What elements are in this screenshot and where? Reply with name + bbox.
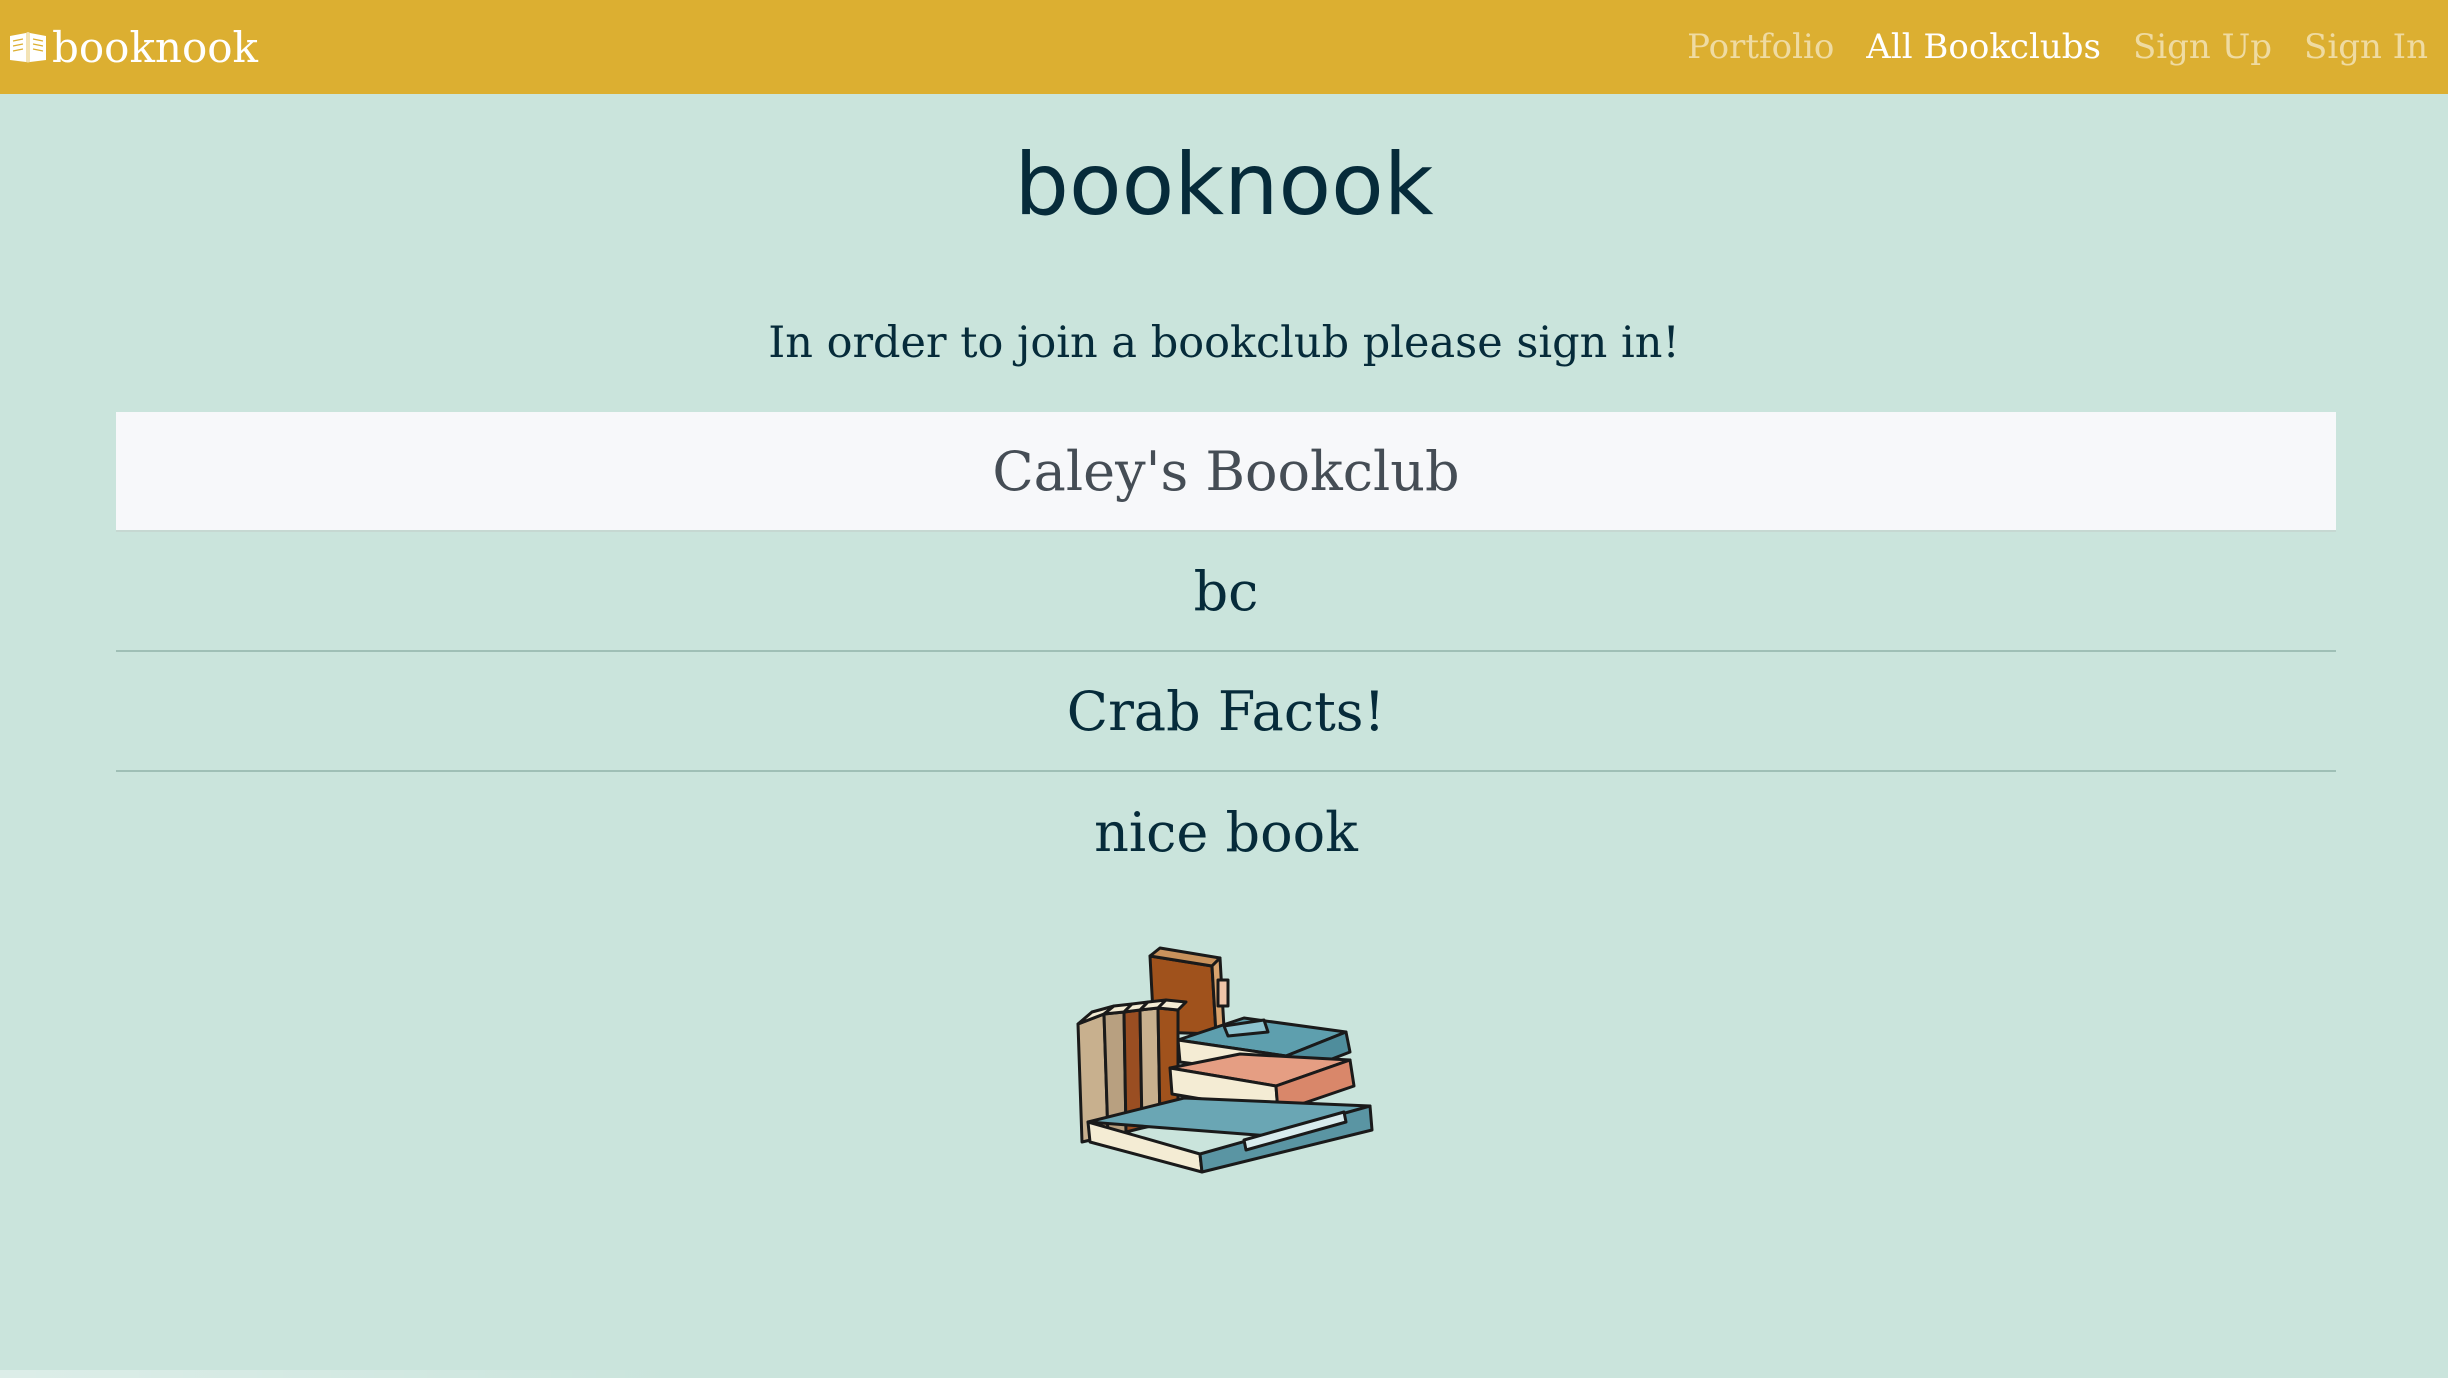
sign-in-message: In order to join a bookclub please sign …: [768, 318, 1680, 368]
stack-of-books-illustration: [1076, 946, 1374, 1174]
nav-links: Portfolio All Bookclubs Sign Up Sign In: [1687, 27, 2428, 67]
bookclub-item[interactable]: Crab Facts!: [116, 652, 2336, 772]
bookclub-item[interactable]: bc: [116, 532, 2336, 652]
page-title: booknook: [1014, 135, 1434, 235]
bookclub-item[interactable]: nice book: [116, 772, 2336, 892]
nav-link-sign-up[interactable]: Sign Up: [2133, 27, 2272, 67]
nav-link-all-bookclubs[interactable]: All Bookclubs: [1866, 27, 2101, 67]
horizontal-scrollbar[interactable]: [0, 1370, 680, 1378]
nav-link-sign-in[interactable]: Sign In: [2304, 27, 2428, 67]
brand-link[interactable]: booknook: [8, 23, 258, 72]
navbar: booknook Portfolio All Bookclubs Sign Up…: [0, 0, 2448, 94]
bookclub-item[interactable]: Caley's Bookclub: [116, 412, 2336, 532]
bookclub-list: Caley's Bookclub bc Crab Facts! nice boo…: [116, 412, 2336, 892]
nav-link-portfolio[interactable]: Portfolio: [1687, 27, 1834, 67]
open-book-icon: [10, 32, 46, 63]
brand-label: booknook: [52, 22, 258, 72]
